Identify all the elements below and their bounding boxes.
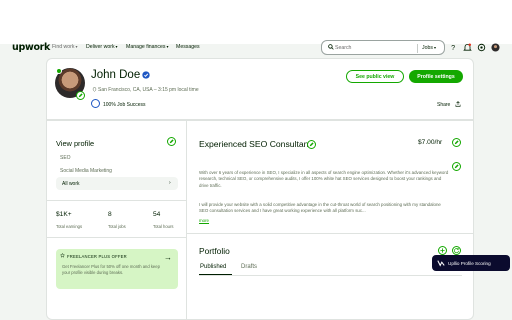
hourly-rate: $7.00/hr <box>418 139 443 146</box>
total-hours-label: Total hours <box>153 224 174 229</box>
upllio-badge-label: Upllio Profile Scoring <box>448 260 491 266</box>
stats-divider <box>46 237 186 238</box>
edit-view-profile-button[interactable] <box>167 137 176 146</box>
tab-published[interactable]: Published <box>200 264 226 270</box>
tab-drafts[interactable]: Drafts <box>241 264 257 270</box>
total-jobs-label: Total jobs <box>108 224 126 229</box>
pencil-icon <box>454 140 459 145</box>
chevron-right-icon: › <box>169 180 171 186</box>
search-divider <box>417 44 418 53</box>
upllio-logo-icon <box>437 260 445 267</box>
verified-badge-icon <box>142 71 150 79</box>
chevron-down-icon: ▾ <box>75 44 78 49</box>
upllio-extension-badge[interactable]: Upllio Profile Scoring <box>432 255 510 271</box>
chevron-down-icon: ▾ <box>166 44 169 49</box>
chevron-down-icon: ▾ <box>115 44 118 49</box>
nav-messages[interactable]: Messages <box>176 44 200 50</box>
total-jobs-value: 8 <box>108 211 112 218</box>
profile-settings-button[interactable]: Profile settings <box>409 70 463 83</box>
nav-deliver-work[interactable]: Deliver work▾ <box>86 44 118 50</box>
profile-name: John Doe <box>91 69 141 81</box>
column-divider <box>186 120 187 320</box>
portfolio-divider <box>186 233 474 234</box>
search-icon <box>328 44 334 50</box>
add-portfolio-button[interactable] <box>438 246 447 255</box>
promo-title: FREELANCER PLUS OFFER <box>67 254 127 259</box>
online-status-dot <box>56 68 62 74</box>
pencil-icon <box>169 139 174 144</box>
more-link[interactable]: more <box>199 218 209 223</box>
search-scope-dropdown[interactable]: Jobs▾ <box>422 45 436 51</box>
help-icon[interactable]: ? <box>449 43 458 52</box>
reorder-portfolio-button[interactable] <box>452 246 461 255</box>
star-icon <box>60 253 65 258</box>
edit-title-button[interactable] <box>307 140 316 149</box>
portfolio-heading: Portfolio <box>199 246 230 256</box>
arrow-right-icon[interactable]: → <box>164 253 172 262</box>
specialized-profile-seo[interactable]: SEO <box>60 155 71 161</box>
location-pin-icon <box>92 87 97 92</box>
refresh-icon <box>454 248 460 254</box>
total-earnings-label: Total earnings <box>56 224 83 229</box>
search-input[interactable]: Search <box>335 45 351 51</box>
notification-bell-icon[interactable] <box>463 43 472 52</box>
nav-find-work[interactable]: Find work▾ <box>52 44 78 50</box>
view-profile-heading: View profile <box>56 139 95 148</box>
overview-paragraph-1: With over 6 years of experience in SEO, … <box>199 170 449 188</box>
settings-icon[interactable] <box>477 43 486 52</box>
see-public-view-button[interactable]: See public view <box>346 70 404 83</box>
edit-rate-button[interactable] <box>452 138 461 147</box>
total-earnings-value: $1K+ <box>56 211 72 218</box>
pencil-icon <box>78 93 83 98</box>
share-button[interactable]: Share <box>437 101 461 108</box>
all-work-label: All work <box>62 181 80 187</box>
edit-overview-button[interactable] <box>452 162 461 171</box>
plus-icon <box>440 248 445 253</box>
profile-body-card <box>46 120 474 320</box>
total-hours-value: 54 <box>153 211 161 218</box>
user-avatar-icon[interactable] <box>491 43 500 52</box>
profile-location: San Francisco, CA, USA – 3:15 pm local t… <box>98 87 199 93</box>
job-success-icon <box>91 99 100 108</box>
edit-photo-button[interactable] <box>76 91 85 100</box>
upwork-logo[interactable]: upwork <box>12 42 50 53</box>
nav-manage-finances[interactable]: Manage finances▾ <box>126 44 169 50</box>
tabs-divider <box>199 275 462 276</box>
pencil-icon <box>309 142 314 147</box>
top-nav <box>0 0 512 44</box>
specialized-profile-social-media[interactable]: Social Media Marketing <box>60 168 112 174</box>
stats-divider <box>46 200 186 201</box>
profile-job-title: Experienced SEO Consultant <box>199 139 311 149</box>
search-bar[interactable]: Search Jobs▾ <box>321 40 445 55</box>
chevron-down-icon: ▾ <box>433 45 436 51</box>
pencil-icon <box>454 164 459 169</box>
active-tab-indicator <box>199 274 232 276</box>
job-success-score: 100% Job Success <box>103 101 146 108</box>
share-icon <box>455 101 461 107</box>
svg-text:?: ? <box>451 43 455 52</box>
promo-body: Get Freelancer Plus for 50% off one mont… <box>62 264 160 275</box>
overview-paragraph-2: I will provide your website with a solid… <box>199 202 441 214</box>
